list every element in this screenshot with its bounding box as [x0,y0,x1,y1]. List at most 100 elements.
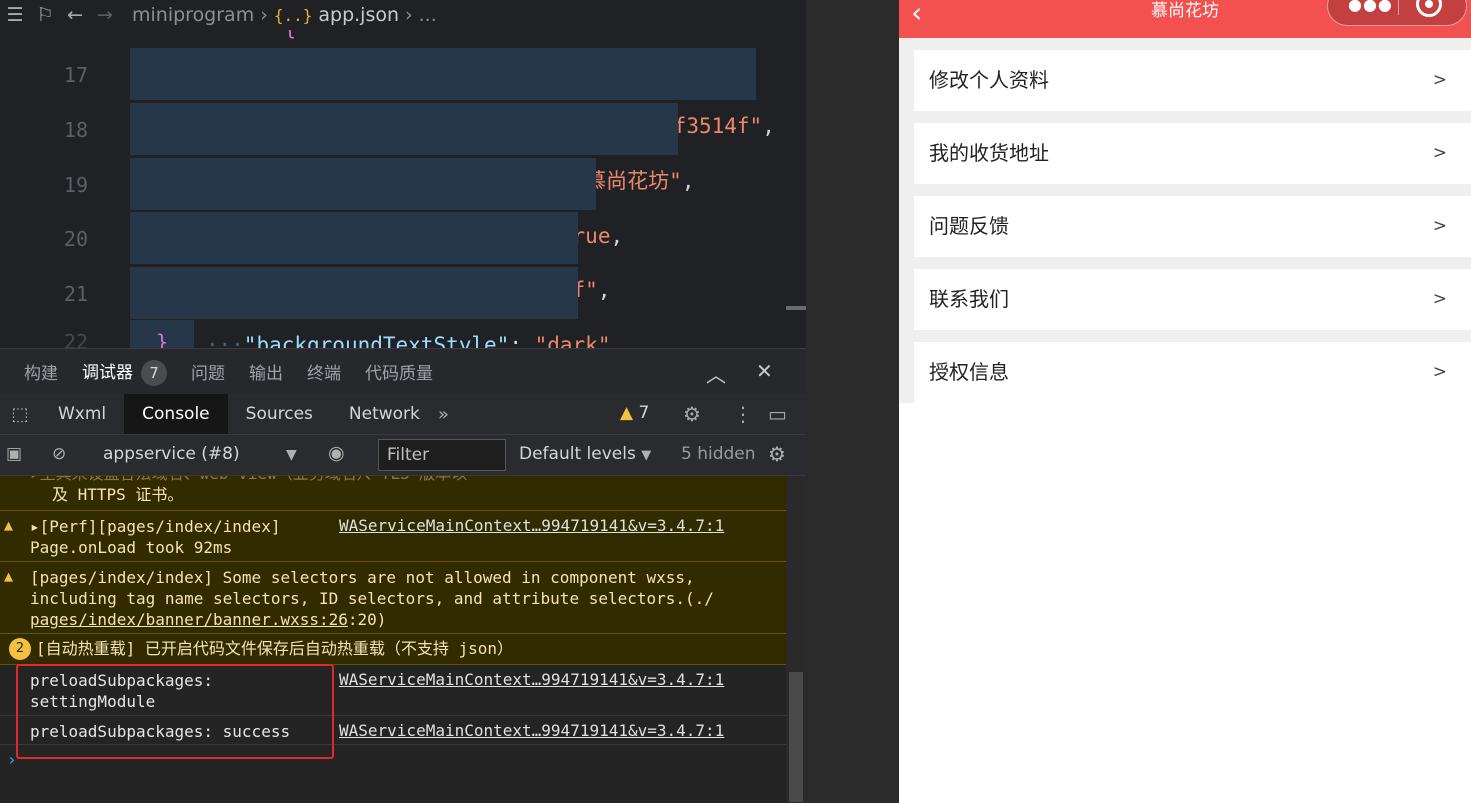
panel-tab-bar: 构建 调试器 7 问题 输出 终端 代码质量 ︿ ✕ [0,348,806,394]
json-file-icon: {..} [273,5,313,25]
line-number: 21 [63,282,88,306]
editor-scrollbar[interactable] [786,306,806,310]
line-number: 18 [63,118,88,142]
breadcrumb-more[interactable]: ... [419,4,437,26]
more-dots-icon[interactable]: ●●● [1348,0,1393,14]
message-source-link[interactable]: WAServiceMainContext…994719141&v=3.4.7:1 [339,721,724,740]
menu-item-address[interactable]: 我的收货地址 > [914,123,1471,184]
phone-simulator: ‹ 慕尚花坊 ●●● 修改个人资料 > 我的收货地址 > 问题反馈 > 联系我们… [899,0,1471,803]
kebab-menu-icon[interactable]: ⋮ [733,402,753,426]
message-text-line3: pages/index/banner/banner.wxss:26:20) [30,609,386,630]
log-levels-label: Default levels [519,444,636,464]
code-line-21[interactable]: ···"backgroundTextStyle": "dark" [130,267,610,348]
chevron-down-icon[interactable]: ▼ [286,447,297,463]
line-number: 20 [63,227,88,251]
warning-icon: ▲ [620,403,634,423]
list-icon[interactable]: ☰ [0,4,30,26]
sidebar-toggle-icon[interactable]: ▣ [6,444,22,464]
message-source-link[interactable]: WAServiceMainContext…994719141&v=3.4.7:1 [339,670,724,689]
context-selector[interactable]: appservice (#8) [103,444,240,464]
message-text-tail: :20) [347,610,387,629]
tab-debugger-label: 调试器 [82,362,133,383]
menu-item-label: 联系我们 [929,287,1009,311]
message-source-link[interactable]: WAServiceMainContext…994719141&v=3.4.7:1 [339,516,724,535]
code-line-18[interactable]: ···"navigationBarTitleText": "慕尚花坊", [130,103,694,193]
warning-counter[interactable]: ▲ 7 [620,403,649,423]
menu-item-label: 我的收货地址 [929,141,1049,165]
tab-debugger[interactable]: 调试器 7 [82,358,167,386]
tab-output[interactable]: 输出 [249,359,283,384]
editor-breadcrumb-bar: ☰ ⚐ ← → miniprogram › {..} app.json › ..… [0,0,806,30]
back-arrow-icon[interactable]: ← [60,4,90,26]
close-circle-icon[interactable] [1416,0,1442,17]
console-message[interactable]: ▲ ▸[Perf][pages/index/index] Page.onLoad… [0,511,786,562]
menu-item-label: 授权信息 [929,360,1009,384]
devtools-tab-bar: ⬚ Wxml Console Sources Network » ▲ 7 ⚙ ⋮… [0,394,806,434]
menu-item-edit-profile[interactable]: 修改个人资料 > [914,50,1471,111]
line-number: 19 [63,173,88,197]
code-line-17[interactable]: ···"navigationBarBackgroundColor": "#f35… [130,48,775,138]
menu-item-feedback[interactable]: 问题反馈 > [914,196,1471,257]
clear-console-icon[interactable]: ⊘ [52,444,66,464]
warning-count: 7 [638,403,650,423]
console-message[interactable]: 2 [自动热重载] 已开启代码文件保存后自动热重载（不支持 json） [0,634,786,665]
console-scrollbar[interactable] [786,476,806,803]
chevron-right-icon: > [1432,143,1447,163]
tab-code-quality[interactable]: 代码质量 [365,359,433,384]
repeat-count-badge: 2 [9,638,31,660]
tab-network[interactable]: Network [331,394,438,434]
dock-icon[interactable]: ▭ [768,402,787,426]
tab-wxml[interactable]: Wxml [40,394,124,434]
menu-item-label: 问题反馈 [929,214,1009,238]
message-text: Page.onLoad took 92ms [30,538,233,557]
line-number-partial: 22 [63,330,88,348]
message-text: [自动热重载] 已开启代码文件保存后自动热重载（不支持 json） [36,639,514,658]
code-editor[interactable]: { 17 ···"navigationBarBackgroundColor": … [0,30,806,348]
console-message[interactable]: ▲ [pages/index/index] Some selectors are… [0,562,786,634]
message-source-link[interactable]: pages/index/banner/banner.wxss:26 [30,610,348,629]
breadcrumb-file[interactable]: app.json [318,4,399,26]
gear-icon[interactable]: ⚙ [683,402,701,426]
warning-icon: ▲ [4,567,14,585]
code-line-19[interactable]: ···"enablePullDownRefresh": true, [130,158,623,248]
chevron-right-icon: > [1432,216,1447,236]
menu-item-contact[interactable]: 联系我们 > [914,269,1471,330]
tab-terminal[interactable]: 终端 [307,359,341,384]
log-levels-dropdown[interactable]: Default levels ▼ [519,444,651,464]
code-brace: } [156,330,169,348]
message-clipped-text: ▸主具来设篮各法域名、web-view（业务域名）、TLS 版本以 [30,476,467,484]
menu-item-authorization[interactable]: 授权信息 > [914,342,1471,403]
tab-build[interactable]: 构建 [24,359,58,384]
menu-capsule[interactable]: ●●● [1327,0,1467,26]
filter-input[interactable]: Filter [378,439,506,471]
scrollbar-thumb[interactable] [789,672,803,802]
tab-console[interactable]: Console [124,394,228,434]
message-text: ▸[Perf][pages/index/index] [30,517,281,536]
chevron-right-icon: > [1432,289,1447,309]
tab-problems[interactable]: 问题 [191,359,225,384]
hidden-count: 5 hidden [681,444,756,464]
annotation-highlight-box [16,664,334,759]
inspect-element-icon[interactable]: ⬚ [0,404,40,425]
eye-icon[interactable]: ◉ [328,442,345,464]
navigation-bar: ‹ 慕尚花坊 ●●● [899,0,1471,38]
menu-item-label: 修改个人资料 [929,68,1049,92]
chevron-right-icon: › [260,4,268,26]
ide-window: ☰ ⚐ ← → miniprogram › {..} app.json › ..… [0,0,806,803]
chevron-up-icon[interactable]: ︿ [706,359,726,388]
bookmark-icon[interactable]: ⚐ [30,4,60,26]
chevron-right-icon: › [405,4,413,26]
more-tabs-icon[interactable]: » [438,404,449,425]
console-message[interactable]: ▸主具来设篮各法域名、web-view（业务域名）、TLS 版本以 及 HTTP… [0,476,786,511]
code-line-20[interactable]: ···"backgroundColor": "#efefef", [130,212,610,302]
message-text: 及 HTTPS 证书。 [52,485,184,504]
tab-sources[interactable]: Sources [228,394,331,434]
console-settings-gear-icon[interactable]: ⚙ [768,442,786,466]
chevron-right-icon: > [1432,362,1447,382]
breadcrumb-root[interactable]: miniprogram [132,4,254,26]
message-text: [pages/index/index] Some selectors are n… [30,568,695,587]
workspace-gap [806,0,899,803]
chevron-down-icon: ▼ [641,448,652,463]
forward-arrow-icon[interactable]: → [90,4,120,26]
close-icon[interactable]: ✕ [756,359,773,383]
